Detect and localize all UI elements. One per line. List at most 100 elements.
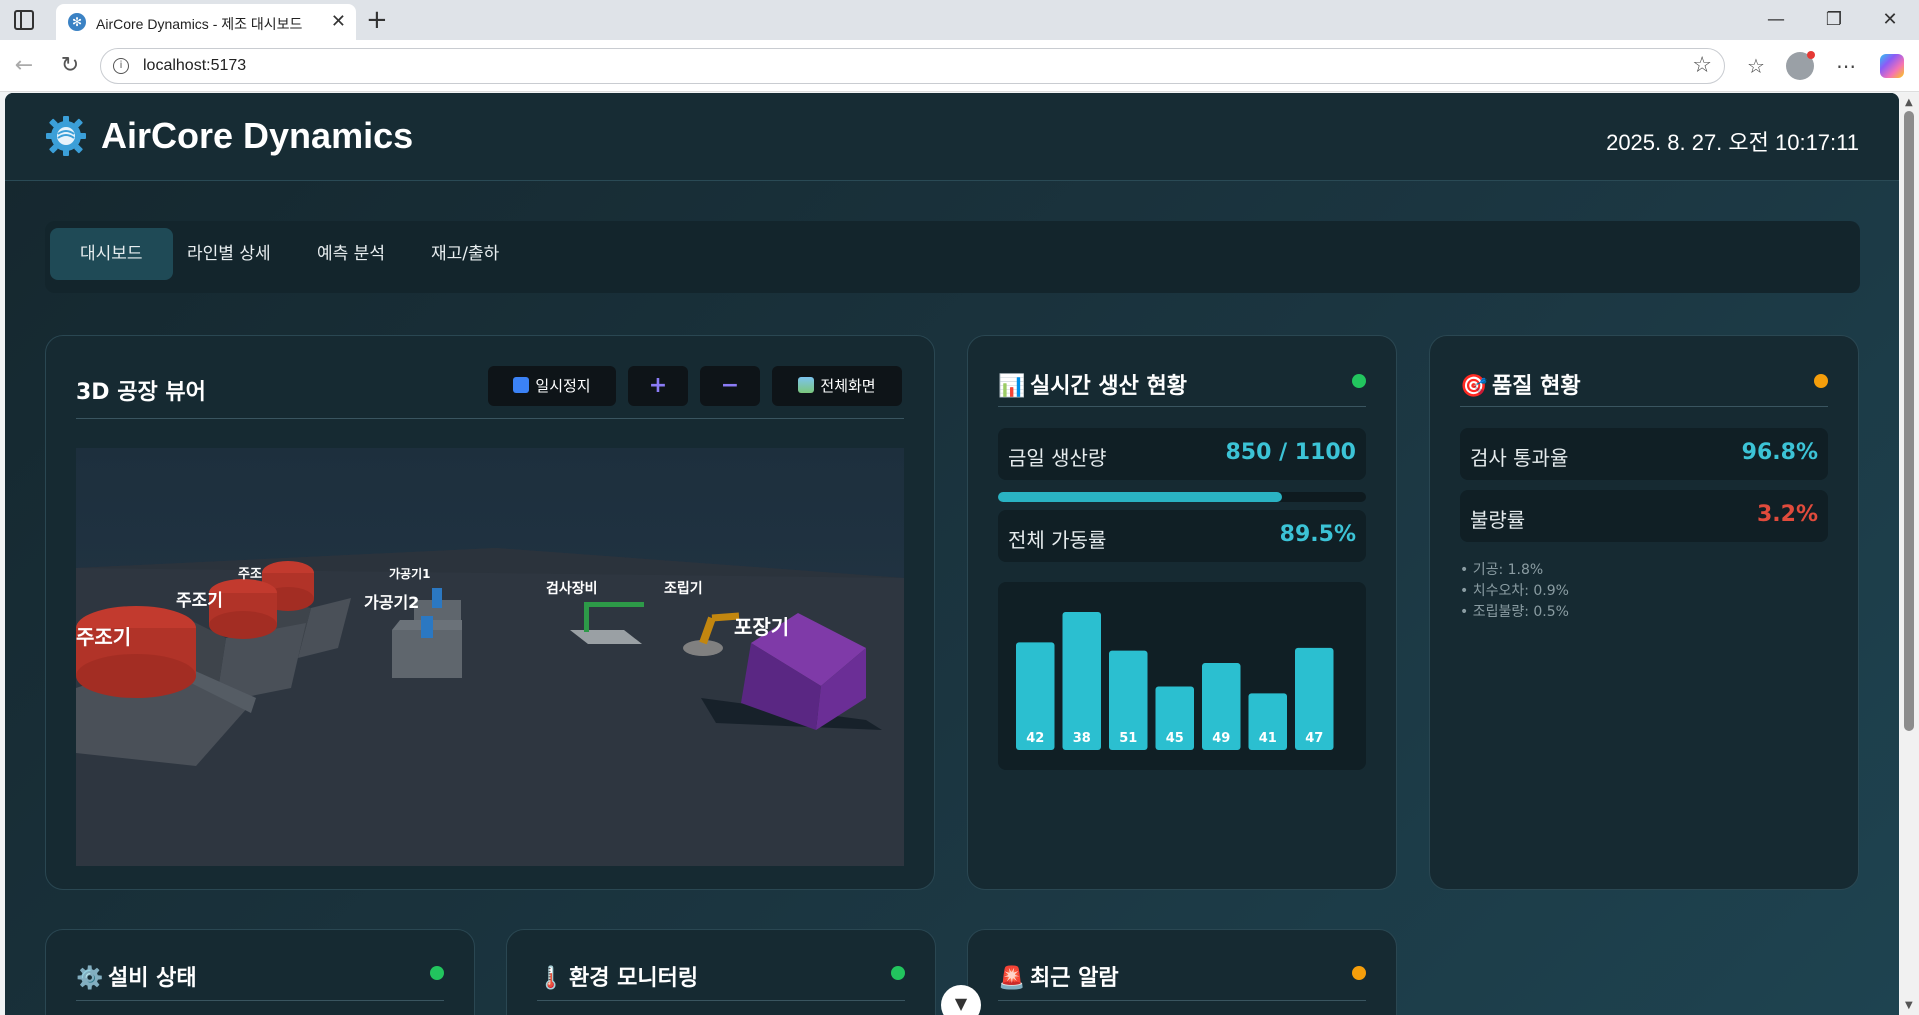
- production-title: 📊 실시간 생산 현황: [998, 368, 1187, 400]
- bar-label-4: 49: [1212, 731, 1230, 746]
- quality-divider: [1460, 406, 1828, 407]
- environment-title: 🌡️ 환경 모니터링: [537, 960, 698, 992]
- scroll-down-arrow-icon[interactable]: ▼: [1905, 1000, 1913, 1011]
- factory-3d-canvas[interactable]: 주조기 주조기 주조 가공기1 가공기2 검사장비 조립기 포장기: [76, 448, 904, 866]
- gear-icon: ⚙️: [76, 966, 104, 991]
- bar-label-2: 51: [1119, 731, 1137, 746]
- window-close-icon[interactable]: ✕: [1876, 6, 1904, 34]
- equipment-status-dot: [430, 966, 444, 980]
- label-casting-mid: 주조기: [176, 591, 223, 611]
- browser-tab[interactable]: ✻ AirCore Dynamics - 제조 대시보드 ✕: [56, 4, 356, 40]
- bar-label-1: 38: [1073, 731, 1091, 746]
- app-header: AirCore Dynamics 2025. 8. 27. 오전 10:17:1…: [5, 93, 1899, 181]
- equipment-card: ⚙️ 설비 상태: [45, 929, 475, 1015]
- more-menu-icon[interactable]: ⋯: [1832, 52, 1860, 80]
- viewer-divider: [76, 418, 904, 419]
- environment-divider: [537, 1000, 905, 1001]
- bar-label-3: 45: [1166, 731, 1184, 746]
- bar-label-6: 47: [1305, 731, 1323, 746]
- url-text[interactable]: localhost:5173: [143, 57, 246, 75]
- today-production-value: 850 / 1100: [1225, 440, 1356, 465]
- fullscreen-icon: [798, 377, 815, 393]
- production-status-dot: [1352, 374, 1366, 388]
- favorites-icon[interactable]: ☆: [1742, 52, 1770, 80]
- tab-inventory[interactable]: 재고/출하: [401, 228, 529, 280]
- browser-tabbar: ✻ AirCore Dynamics - 제조 대시보드 ✕ + — ❐ ✕: [0, 0, 1919, 40]
- alarms-divider: [998, 1000, 1366, 1001]
- page-scrollbar[interactable]: ▲ ▼: [1900, 93, 1919, 1015]
- thermometer-icon: 🌡️: [537, 966, 565, 991]
- datetime-display: 2025. 8. 27. 오전 10:17:11: [1606, 130, 1859, 155]
- copilot-icon[interactable]: [1880, 54, 1904, 78]
- zoom-in-button[interactable]: +: [628, 366, 688, 406]
- defect-breakdown-list: • 기공: 1.8% • 치수오차: 0.9% • 조립불량: 0.5%: [1460, 560, 1569, 623]
- viewer-title: 3D 공장 뷰어: [76, 380, 206, 405]
- tab-actions-icon[interactable]: [14, 10, 34, 30]
- defect-item-dimension: • 치수오차: 0.9%: [1460, 583, 1569, 599]
- today-production-label: 금일 생산량: [1008, 446, 1107, 470]
- minimize-icon[interactable]: —: [1762, 6, 1790, 34]
- production-progress-track: [998, 492, 1366, 502]
- alarms-card: 🚨 최근 알람: [967, 929, 1397, 1015]
- production-progress-fill: [998, 492, 1283, 502]
- pause-button[interactable]: 일시정지: [488, 366, 616, 406]
- uptime-value: 89.5%: [1279, 522, 1356, 547]
- new-tab-icon[interactable]: +: [366, 4, 388, 36]
- fullscreen-label: 전체화면: [820, 377, 876, 395]
- favicon-icon: ✻: [68, 13, 86, 31]
- tab-line-detail[interactable]: 라인별 상세: [157, 228, 301, 280]
- back-icon[interactable]: ←: [10, 52, 38, 80]
- alarms-status-dot: [1352, 966, 1366, 980]
- equipment-title-text: 설비 상태: [108, 966, 197, 991]
- pause-label: 일시정지: [535, 377, 591, 395]
- uptime-label: 전체 가동률: [1008, 528, 1107, 552]
- pass-rate-row: 검사 통과율 96.8%: [1460, 428, 1828, 480]
- app-viewport: AirCore Dynamics 2025. 8. 27. 오전 10:17:1…: [5, 93, 1899, 1015]
- main-nav: 대시보드 라인별 상세 예측 분석 재고/출하: [45, 221, 1860, 293]
- reload-icon[interactable]: ↻: [56, 52, 84, 80]
- tab-dashboard[interactable]: 대시보드: [50, 228, 173, 280]
- pause-icon: [513, 377, 530, 393]
- tab-title: AirCore Dynamics - 제조 대시보드: [96, 16, 303, 32]
- tab-close-icon[interactable]: ✕: [331, 10, 346, 34]
- label-inspection: 검사장비: [546, 580, 598, 597]
- equipment-divider: [76, 1000, 444, 1001]
- address-bar[interactable]: i localhost:5173 ☆: [100, 48, 1725, 84]
- alarms-title-text: 최근 알람: [1030, 966, 1119, 991]
- browser-toolbar: ← ↻ i localhost:5173 ☆ ☆ ⋯: [0, 40, 1919, 92]
- equipment-title: ⚙️ 설비 상태: [76, 960, 197, 992]
- hourly-output-chart: 42 38 51 45 49 41 47: [998, 582, 1366, 770]
- bookmark-star-icon[interactable]: ☆: [1692, 53, 1712, 78]
- machining-machine-2: [392, 616, 462, 678]
- environment-card: 🌡️ 환경 모니터링: [506, 929, 936, 1015]
- gear-logo-icon: [46, 116, 86, 156]
- label-casting-back: 주조: [238, 567, 262, 582]
- label-packaging: 포장기: [734, 615, 789, 639]
- defect-item-porosity: • 기공: 1.8%: [1460, 562, 1544, 578]
- quality-title: 🎯 품질 현황: [1460, 368, 1581, 400]
- label-machining-2: 가공기2: [364, 593, 419, 612]
- uptime-row: 전체 가동률 89.5%: [998, 510, 1366, 562]
- environment-status-dot: [891, 966, 905, 980]
- restore-icon[interactable]: ❐: [1820, 6, 1848, 34]
- label-assembly: 조립기: [664, 581, 703, 597]
- production-title-text: 실시간 생산 현황: [1030, 374, 1187, 399]
- scroll-thumb[interactable]: [1904, 111, 1914, 731]
- production-card: 📊 실시간 생산 현황 금일 생산량 850 / 1100 전체 가동률 89.5…: [967, 335, 1397, 890]
- tab-forecast[interactable]: 예측 분석: [287, 228, 415, 280]
- target-icon: 🎯: [1460, 374, 1488, 399]
- label-machining-1: 가공기1: [389, 566, 430, 581]
- quality-status-dot: [1814, 374, 1828, 388]
- profile-avatar[interactable]: [1786, 51, 1815, 80]
- fullscreen-button[interactable]: 전체화면: [772, 366, 902, 406]
- production-divider: [998, 406, 1366, 407]
- zoom-out-button[interactable]: −: [700, 366, 760, 406]
- siren-icon: 🚨: [998, 966, 1026, 991]
- quality-card: 🎯 품질 현황 검사 통과율 96.8% 불량률 3.2% • 기공: 1.8% …: [1429, 335, 1859, 890]
- factory-viewer-card: 3D 공장 뷰어 일시정지 + − 전체화면 주조기 주조기 주조 가공기1 가…: [45, 335, 935, 890]
- site-info-icon[interactable]: i: [113, 58, 129, 74]
- bar-label-5: 41: [1259, 731, 1277, 746]
- scroll-up-arrow-icon[interactable]: ▲: [1905, 97, 1913, 108]
- pass-rate-value: 96.8%: [1741, 440, 1818, 465]
- bar-label-0: 42: [1026, 731, 1044, 746]
